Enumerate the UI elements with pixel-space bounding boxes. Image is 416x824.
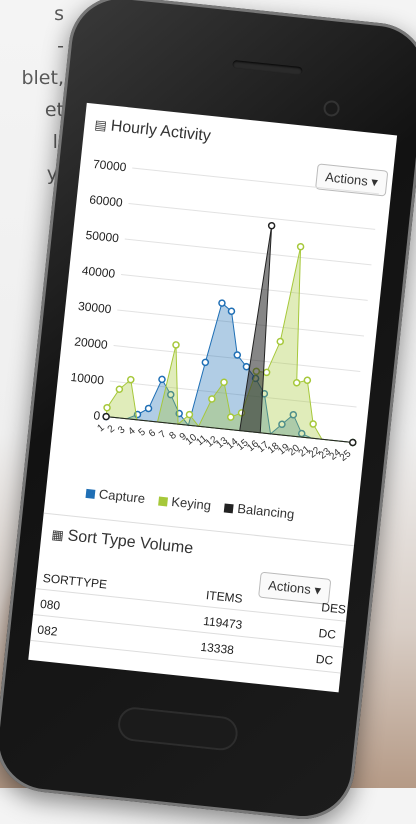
data-point-keying: [220, 378, 228, 387]
table-cell-items: 119473: [202, 613, 243, 632]
table-cell-sorttype: 080: [39, 596, 61, 613]
x-tick-label: 25: [338, 448, 354, 464]
y-tick-label: 20000: [74, 334, 109, 351]
x-tick-label: 3: [116, 424, 128, 436]
y-tick-label: 10000: [70, 370, 105, 387]
data-point-balancing: [267, 221, 276, 230]
y-tick-label: 50000: [85, 228, 120, 245]
legend-balancing: Balancing: [236, 500, 296, 522]
hourly-activity-title: ▤ Hourly Activity: [94, 116, 212, 146]
gridline: [132, 167, 379, 195]
gridline: [120, 274, 368, 301]
data-point-capture: [218, 299, 226, 307]
table-icon: ▦: [50, 526, 65, 543]
sort-type-actions-button[interactable]: Actions ▾: [258, 571, 332, 605]
data-point-capture: [144, 404, 153, 413]
gridline: [124, 238, 372, 266]
data-point-keying: [103, 403, 111, 412]
data-point-keying: [172, 341, 180, 349]
bar-chart-icon: ▤: [93, 116, 108, 134]
background-text-line: l,: [0, 126, 64, 158]
background-text-line: -: [57, 35, 64, 57]
hourly-activity-chart-svg: 70000 60000 50000 40000 30000 20000 10000 01 2 3 4…: [70, 157, 379, 464]
sort-type-volume-title: ▦ Sort Type Volume: [51, 526, 194, 559]
data-point-capture: [233, 351, 242, 359]
caret-down-icon: ▾: [313, 582, 322, 598]
data-point-keying: [296, 242, 305, 251]
column-header-sorttype[interactable]: SORTTYPE: [42, 571, 108, 592]
x-tick-label: 6: [147, 427, 159, 439]
data-point-capture: [158, 375, 166, 384]
x-tick-label: 5: [137, 426, 149, 438]
table-cell-des: DC: [317, 626, 337, 642]
data-point-balancing: [349, 438, 357, 447]
table-divider: [32, 614, 362, 650]
data-point-keying: [303, 376, 312, 385]
balancing-legend-swatch: [223, 503, 234, 514]
data-point-keying: [309, 420, 317, 428]
background-text: s - blet, et l, y,: [0, 0, 64, 190]
data-point-keying: [208, 395, 216, 403]
x-tick-label: 1: [96, 422, 108, 434]
phone: ▤ Hourly Activity Actions ▾ 70000 60000 500…: [0, 0, 416, 824]
hourly-activity-chart: 70000 60000 50000 40000 30000 20000 10000 0 1 2 3 4…: [48, 143, 393, 504]
capture-legend-swatch: [85, 488, 96, 499]
legend-capture: Capture: [98, 486, 146, 507]
background-text-line: s: [54, 3, 64, 25]
legend-keying: Keying: [170, 493, 212, 513]
x-tick-label: 4: [126, 425, 138, 437]
x-tick-label: 7: [157, 429, 169, 441]
data-point-capture: [227, 307, 236, 316]
column-header-des[interactable]: DES: [321, 600, 347, 617]
gridline: [128, 202, 376, 230]
background-text-line: blet,: [21, 67, 64, 89]
gridline: [117, 309, 365, 337]
data-point-keying: [127, 375, 135, 384]
data-point-capture: [201, 358, 210, 367]
data-point-balancing: [102, 412, 110, 421]
data-point-keying: [276, 337, 285, 346]
y-tick-label: 70000: [92, 157, 127, 174]
sort-type-volume-title-text: Sort Type Volume: [66, 527, 194, 558]
table-cell-sorttype: 082: [36, 622, 59, 639]
data-point-capture: [242, 362, 251, 371]
x-tick-label: 2: [106, 423, 118, 435]
data-point-keying: [115, 385, 124, 393]
data-point-keying: [292, 378, 301, 387]
y-tick-label: 30000: [77, 299, 112, 316]
data-point-keying: [226, 413, 235, 421]
background-text-line: et: [44, 99, 64, 121]
phone-screen: ▤ Hourly Activity Actions ▾ 70000 60000 500…: [28, 102, 398, 693]
table-cell-items: 13338: [199, 639, 235, 658]
data-point-keying: [262, 368, 271, 377]
hourly-activity-title-text: Hourly Activity: [109, 117, 212, 145]
actions-label: Actions: [267, 577, 312, 597]
keying-legend-swatch: [157, 496, 168, 507]
y-tick-label: 0: [93, 408, 101, 423]
y-tick-label: 60000: [89, 192, 124, 209]
y-tick-label: 40000: [81, 263, 116, 280]
column-header-items[interactable]: ITEMS: [205, 588, 243, 606]
table-cell-des: DC: [315, 651, 334, 668]
data-point-keying: [185, 410, 194, 419]
x-tick-label: 8: [167, 430, 179, 442]
